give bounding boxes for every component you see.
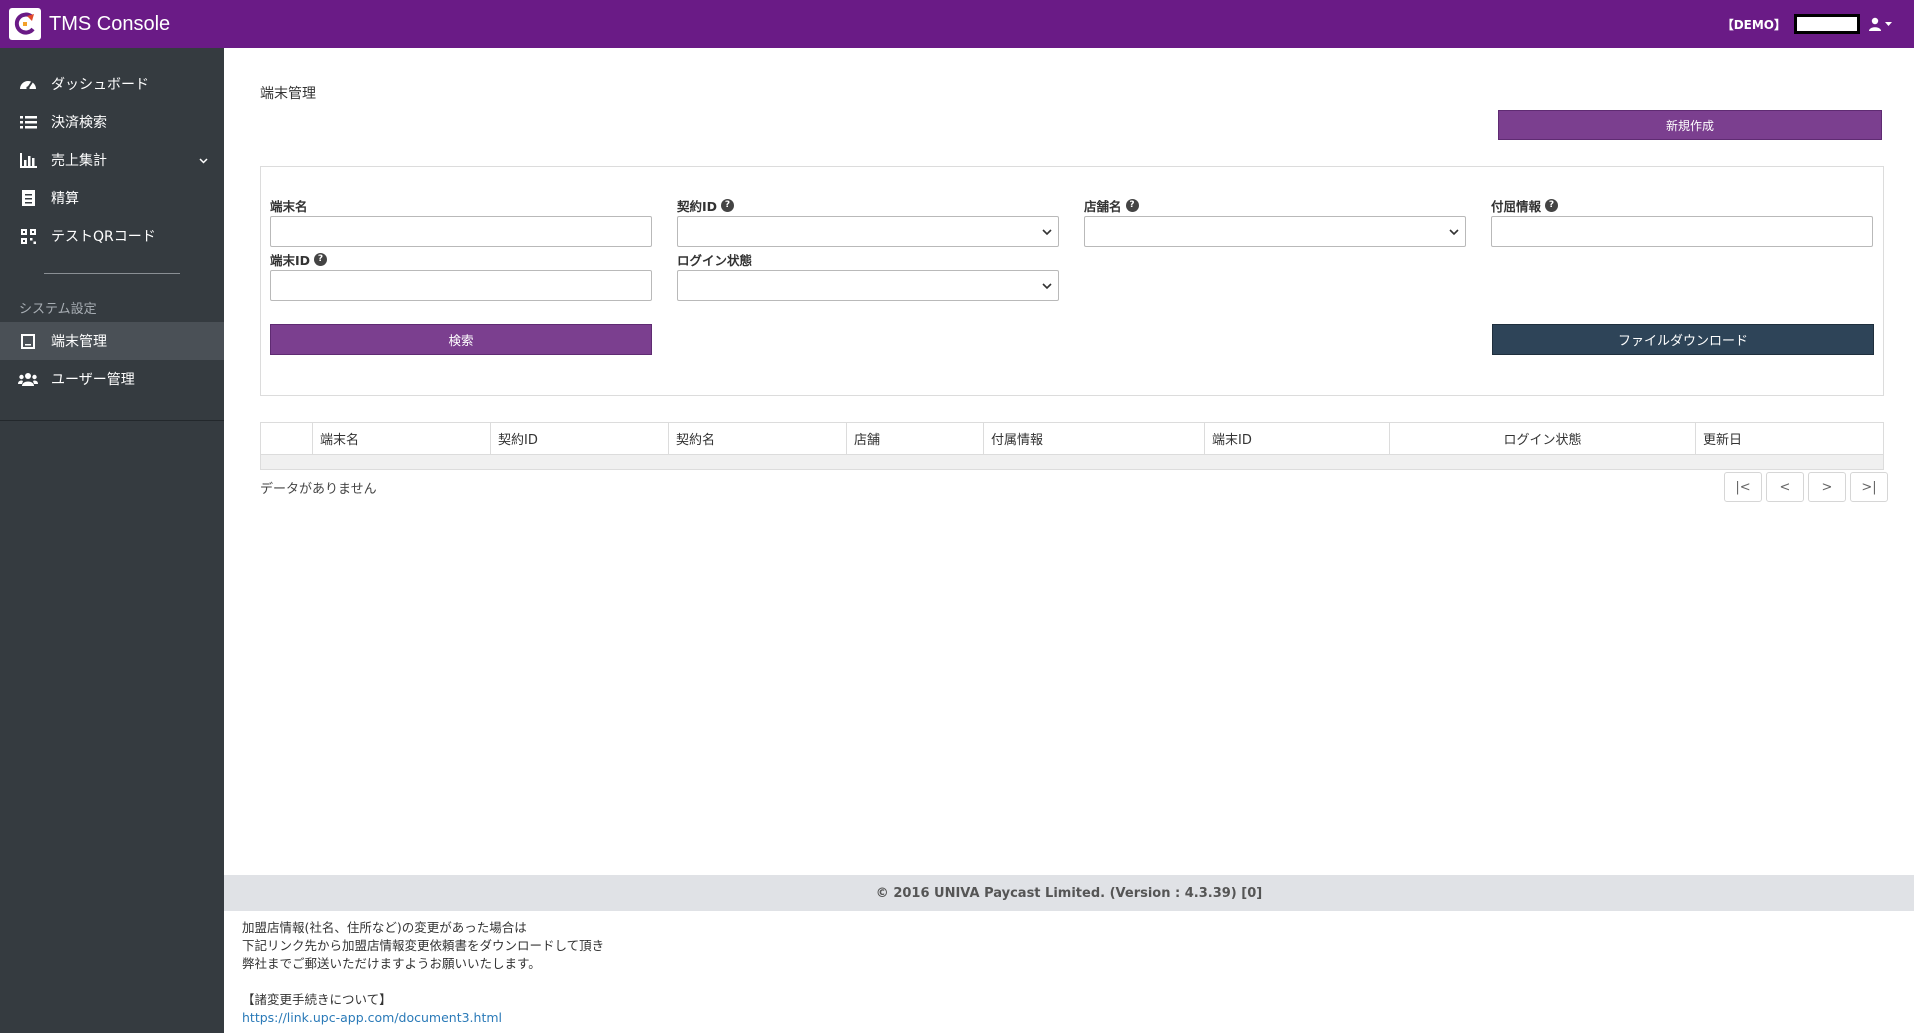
sidebar-item-user-management[interactable]: ユーザー管理 xyxy=(0,360,224,398)
column-header-store[interactable]: 店舗 xyxy=(847,423,984,454)
terminal-id-input[interactable] xyxy=(270,270,652,301)
receipt-icon xyxy=(18,188,38,208)
contract-id-field: 契約ID? xyxy=(677,196,1059,247)
sidebar-item-sales-summary[interactable]: 売上集計 xyxy=(0,141,224,179)
main-content: 端末管理 新規作成 端末名 契約ID? 店舗名? 付屈情報? 端末ID? ログイ… xyxy=(224,48,1914,875)
column-header-terminal-id[interactable]: 端末ID xyxy=(1205,423,1390,454)
app-logo[interactable] xyxy=(9,8,41,40)
store-name-label: 店舗名 xyxy=(1084,198,1122,214)
table-body xyxy=(261,455,1883,469)
store-name-field: 店舗名? xyxy=(1084,196,1466,247)
help-icon[interactable]: ? xyxy=(1545,198,1559,212)
store-name-select[interactable] xyxy=(1084,216,1466,247)
pagination: |< < > >| xyxy=(1724,472,1888,502)
document-link[interactable]: https://link.upc-app.com/document3.html xyxy=(242,1009,604,1027)
login-state-label: ログイン状態 xyxy=(677,252,753,268)
chevron-down-icon xyxy=(199,152,208,168)
sidebar-item-label: 精算 xyxy=(51,191,79,207)
sidebar-divider-bottom xyxy=(0,420,224,421)
terminal-table: 端末名 契約ID 契約名 店舗 付属情報 端末ID ログイン状態 更新日 xyxy=(260,422,1884,470)
chevron-down-icon xyxy=(1042,279,1052,294)
attached-info-input[interactable] xyxy=(1491,216,1873,247)
contract-id-select[interactable] xyxy=(677,216,1059,247)
contract-id-label: 契約ID xyxy=(677,198,718,214)
caret-down-icon xyxy=(1885,21,1892,26)
prev-page-button[interactable]: < xyxy=(1766,472,1804,502)
dashboard-icon xyxy=(18,74,38,94)
demo-badge: 【DEMO】 xyxy=(1721,17,1786,32)
notice-line: 弊社までご郵送いただけますようお願いいたします。 xyxy=(242,956,541,971)
qrcode-icon xyxy=(18,226,38,246)
last-page-button[interactable]: >| xyxy=(1850,472,1888,502)
terminal-name-input[interactable] xyxy=(270,216,652,247)
user-icon xyxy=(1869,17,1881,31)
help-icon[interactable]: ? xyxy=(314,252,328,266)
sidebar-item-payment-search[interactable]: 決済検索 xyxy=(0,103,224,141)
notice-heading: 【諸変更手続きについて】 xyxy=(242,992,392,1007)
list-icon xyxy=(18,112,38,132)
sidebar-item-test-qr[interactable]: テストQRコード xyxy=(0,217,224,255)
sidebar-item-dashboard[interactable]: ダッシュボード xyxy=(0,65,224,103)
column-header-terminal-name[interactable]: 端末名 xyxy=(313,423,491,454)
app-title[interactable]: TMS Console xyxy=(49,13,170,36)
sidebar-item-label: ダッシュボード xyxy=(51,77,149,93)
file-download-button[interactable]: ファイルダウンロード xyxy=(1492,324,1874,355)
next-page-button[interactable]: > xyxy=(1808,472,1846,502)
sidebar-section-system-settings: システム設定 xyxy=(19,301,97,317)
sidebar-item-terminal-management[interactable]: 端末管理 xyxy=(0,322,224,360)
user-name-redacted xyxy=(1794,14,1860,34)
sidebar-divider xyxy=(44,273,180,274)
tablet-icon xyxy=(18,331,38,351)
sidebar-item-label: ユーザー管理 xyxy=(51,372,135,388)
no-data-message: データがありません xyxy=(260,482,377,497)
login-state-field: ログイン状態 xyxy=(677,250,1059,301)
terminal-id-field: 端末ID? xyxy=(270,250,652,301)
attached-info-label: 付屈情報 xyxy=(1491,198,1542,214)
column-header-contract-name[interactable]: 契約名 xyxy=(669,423,847,454)
column-header-attached-info[interactable]: 付属情報 xyxy=(984,423,1205,454)
sidebar-item-label: テストQRコード xyxy=(51,229,156,245)
help-icon[interactable]: ? xyxy=(721,198,735,212)
table-header: 端末名 契約ID 契約名 店舗 付属情報 端末ID ログイン状態 更新日 xyxy=(261,423,1883,455)
column-header-updated-date[interactable]: 更新日 xyxy=(1696,423,1883,454)
terminal-name-label: 端末名 xyxy=(270,198,308,214)
page-title: 端末管理 xyxy=(260,86,316,102)
search-panel: 端末名 契約ID? 店舗名? 付屈情報? 端末ID? ログイン状態 検索 ファイ… xyxy=(260,166,1884,396)
chevron-down-icon xyxy=(1449,225,1459,240)
sidebar-item-label: 売上集計 xyxy=(51,153,107,169)
top-navbar: TMS Console 【DEMO】 xyxy=(0,0,1914,48)
terminal-id-label: 端末ID xyxy=(270,252,311,268)
footer-notice: 加盟店情報(社名、住所など)の変更があった場合は 下記リンク先から加盟店情報変更… xyxy=(242,919,604,1027)
new-terminal-button[interactable]: 新規作成 xyxy=(1498,110,1882,140)
sidebar: ダッシュボード 決済検索 売上集計 精算 テストQRコード システム設定 端末管… xyxy=(0,48,224,1033)
notice-line: 下記リンク先から加盟店情報変更依頼書をダウンロードして頂き xyxy=(242,938,605,953)
users-icon xyxy=(18,369,38,389)
sidebar-item-label: 決済検索 xyxy=(51,115,107,131)
attached-info-field: 付屈情報? xyxy=(1491,196,1873,247)
column-header-login-state[interactable]: ログイン状態 xyxy=(1390,423,1696,454)
bar-chart-icon xyxy=(18,150,38,170)
column-header-select[interactable] xyxy=(261,423,313,454)
help-icon[interactable]: ? xyxy=(1125,198,1139,212)
user-menu-button[interactable] xyxy=(1868,17,1892,31)
column-header-contract-id[interactable]: 契約ID xyxy=(491,423,669,454)
sidebar-item-label: 端末管理 xyxy=(51,334,107,350)
footer-copyright: © 2016 UNIVA Paycast Limited. (Version :… xyxy=(224,875,1914,911)
login-state-select[interactable] xyxy=(677,270,1059,301)
chevron-down-icon xyxy=(1042,225,1052,240)
search-button[interactable]: 検索 xyxy=(270,324,652,355)
first-page-button[interactable]: |< xyxy=(1724,472,1762,502)
notice-line: 加盟店情報(社名、住所など)の変更があった場合は xyxy=(242,920,527,935)
sidebar-item-settlement[interactable]: 精算 xyxy=(0,179,224,217)
terminal-name-field: 端末名 xyxy=(270,196,652,247)
